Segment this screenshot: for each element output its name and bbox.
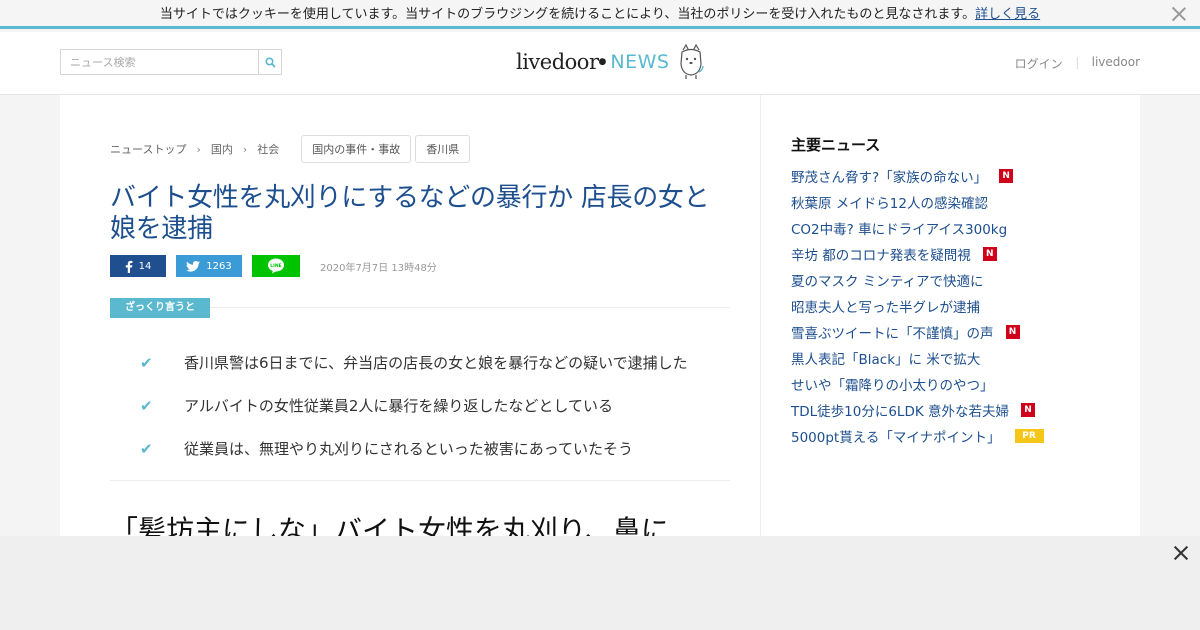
news-item-text[interactable]: 雪喜ぶツイートに「不謹慎」の声 bbox=[791, 322, 994, 342]
breadcrumb: ニューストップ › 国内 › 社会 国内の事件・事故 香川県 bbox=[110, 135, 471, 163]
cookie-banner: 当サイトではクッキーを使用しています。当サイトのブラウジングを続けることにより、… bbox=[0, 0, 1200, 29]
news-item[interactable]: 夏のマスク ミンティアで快適に bbox=[791, 267, 1044, 293]
news-item-text[interactable]: TDL徒歩10分に6LDK 意外な若夫婦 bbox=[791, 400, 1009, 420]
search-input[interactable] bbox=[60, 49, 258, 75]
news-item-text[interactable]: 野茂さん脅す?「家族の命ない」 bbox=[791, 166, 987, 186]
check-icon: ✔ bbox=[140, 353, 153, 372]
cookie-text: 当サイトではクッキーを使用しています。当サイトのブラウジングを続けることにより、… bbox=[159, 7, 976, 22]
sidebar-title: 主要ニュース bbox=[791, 136, 881, 154]
news-item-text[interactable]: CO2中毒? 車にドライアイス300kg bbox=[791, 218, 1007, 238]
news-item[interactable]: 雪喜ぶツイートに「不謹慎」の声 N bbox=[791, 319, 1044, 345]
svg-text:LINE: LINE bbox=[270, 263, 281, 269]
news-item[interactable]: せいや「霜降りの小太りのやつ」 bbox=[791, 371, 1044, 397]
chevron-right-icon: › bbox=[242, 142, 248, 156]
search-icon bbox=[264, 56, 276, 68]
news-item[interactable]: 野茂さん脅す?「家族の命ない」 N bbox=[791, 163, 1044, 189]
news-item[interactable]: 昭恵夫人と写った半グレが逮捕 bbox=[791, 293, 1044, 319]
news-item-text[interactable]: せいや「霜降りの小太りのやつ」 bbox=[791, 374, 994, 394]
logo-news-text: NEWS bbox=[610, 51, 670, 73]
top-news-list: 野茂さん脅す?「家族の命ない」 N 秋葉原 メイドら12人の感染確認 CO2中毒?… bbox=[791, 163, 1044, 449]
summary-header: ざっくり言うと bbox=[110, 298, 730, 318]
new-badge: N bbox=[999, 169, 1014, 183]
news-item-text[interactable]: 秋葉原 メイドら12人の感染確認 bbox=[791, 192, 988, 212]
dog-mascot-icon bbox=[680, 44, 705, 79]
summary-point-text: 従業員は、無理やり丸刈りにされるといった被害にあっていたそう bbox=[184, 440, 633, 458]
line-icon: LINE bbox=[268, 258, 284, 274]
new-badge: N bbox=[982, 247, 997, 261]
share-bar: 14 1263 LINE 2020年7月7日 13時48分 bbox=[110, 255, 437, 277]
breadcrumb-item-domestic[interactable]: 国内 bbox=[211, 141, 233, 157]
header-links: ログイン livedoor bbox=[1015, 55, 1140, 72]
breadcrumb-item-top[interactable]: ニューストップ bbox=[110, 141, 186, 157]
cookie-close-icon[interactable] bbox=[1170, 5, 1188, 23]
breadcrumb-item-society[interactable]: 社会 bbox=[257, 141, 279, 157]
twitter-share-button[interactable]: 1263 bbox=[176, 255, 242, 277]
summary-point-text: 香川県警は6日までに、弁当店の店長の女と娘を暴行などの疑いで逮捕した bbox=[184, 354, 688, 372]
news-item-text[interactable]: 黒人表記「Black」に 米で拡大 bbox=[791, 348, 980, 368]
search-button[interactable] bbox=[258, 49, 282, 75]
tag-kagawa[interactable]: 香川県 bbox=[415, 135, 471, 163]
section-divider bbox=[110, 480, 730, 481]
site-header: livedoor● NEWS ログイン livedoor bbox=[0, 32, 1200, 95]
ad-overlay bbox=[0, 536, 1200, 630]
cookie-learn-more-link[interactable]: 詳しく見る bbox=[975, 7, 1040, 22]
search-box bbox=[60, 49, 282, 75]
summary-point: ✔ 香川県警は6日までに、弁当店の店長の女と娘を暴行などの疑いで逮捕した bbox=[140, 341, 740, 384]
summary-point: ✔ アルバイトの女性従業員2人に暴行を繰り返したなどとしている bbox=[140, 384, 740, 427]
new-badge: N bbox=[1005, 325, 1020, 339]
new-badge: N bbox=[1021, 403, 1035, 417]
summary-point-text: アルバイトの女性従業員2人に暴行を繰り返したなどとしている bbox=[184, 397, 613, 415]
chevron-right-icon: › bbox=[196, 142, 201, 156]
news-item[interactable]: TDL徒歩10分に6LDK 意外な若夫婦 N bbox=[791, 397, 1044, 423]
news-item-text[interactable]: 辛坊 都のコロナ発表を疑問視 bbox=[791, 244, 971, 264]
news-item[interactable]: 辛坊 都のコロナ発表を疑問視 N bbox=[791, 241, 1044, 267]
news-item-text[interactable]: 夏のマスク ミンティアで快適に bbox=[791, 270, 983, 290]
twitter-count: 1263 bbox=[206, 260, 232, 272]
logo-wordmark: livedoor bbox=[516, 50, 599, 74]
article-date: 2020年7月7日 13時48分 bbox=[320, 262, 437, 274]
article-title: バイト女性を丸刈りにするなどの暴行か 店長の女と娘を逮捕 bbox=[110, 183, 710, 244]
facebook-icon bbox=[125, 260, 133, 273]
summary-points: ✔ 香川県警は6日までに、弁当店の店長の女と娘を暴行などの疑いで逮捕した ✔ ア… bbox=[140, 341, 740, 470]
facebook-count: 14 bbox=[138, 260, 152, 272]
news-item-text[interactable]: 5000pt貰える「マイナポイント」 bbox=[791, 426, 1001, 446]
check-icon: ✔ bbox=[140, 396, 153, 415]
logo-dot-icon: ● bbox=[598, 57, 607, 67]
news-item[interactable]: 黒人表記「Black」に 米で拡大 bbox=[791, 345, 1044, 371]
livedoor-link[interactable]: livedoor bbox=[1092, 55, 1140, 72]
twitter-icon bbox=[186, 260, 201, 272]
facebook-share-button[interactable]: 14 bbox=[110, 255, 166, 277]
summary-label: ざっくり言うと bbox=[110, 298, 210, 318]
news-item[interactable]: 5000pt貰える「マイナポイント」 PR bbox=[791, 423, 1044, 449]
check-icon: ✔ bbox=[140, 439, 153, 458]
pr-badge: PR bbox=[1014, 429, 1044, 443]
tag-domestic-incidents[interactable]: 国内の事件・事故 bbox=[301, 135, 412, 163]
line-share-button[interactable]: LINE bbox=[252, 255, 300, 277]
summary-point: ✔ 従業員は、無理やり丸刈りにされるといった被害にあっていたそう bbox=[140, 427, 740, 470]
news-item[interactable]: 秋葉原 メイドら12人の感染確認 bbox=[791, 189, 1044, 215]
login-link[interactable]: ログイン bbox=[1015, 55, 1063, 72]
news-item[interactable]: CO2中毒? 車にドライアイス300kg bbox=[791, 215, 1044, 241]
close-icon[interactable] bbox=[1172, 544, 1190, 562]
header-link-divider bbox=[1076, 57, 1078, 69]
site-logo[interactable]: livedoor ● NEWS bbox=[516, 42, 705, 82]
news-item-text[interactable]: 昭恵夫人と写った半グレが逮捕 bbox=[791, 296, 980, 316]
